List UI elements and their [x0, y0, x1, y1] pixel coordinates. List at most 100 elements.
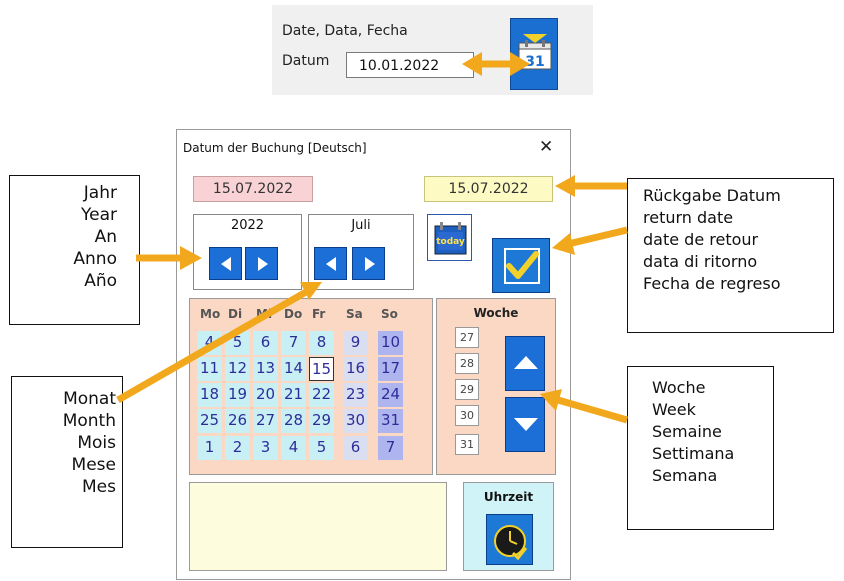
week-number[interactable]: 29 [455, 379, 479, 400]
callout-line: Woche [652, 378, 706, 397]
callout-line: Monat [63, 389, 116, 409]
day-cell[interactable]: 5 [309, 436, 334, 460]
return-date-display[interactable]: 15.07.2022 [424, 176, 553, 202]
day-cell[interactable]: 29 [309, 409, 334, 433]
day-cell[interactable]: 2 [225, 436, 250, 460]
callout-line: Anno [73, 249, 117, 269]
weekday-header: Mi [256, 307, 273, 321]
weekday-header: Fr [312, 307, 326, 321]
day-cell[interactable]: 6 [253, 331, 278, 355]
weekday-header: Mo [200, 307, 221, 321]
field-title: Date, Data, Fecha [282, 23, 408, 39]
weekday-header: Do [284, 307, 303, 321]
week-down-button[interactable] [505, 397, 545, 452]
next-month-button[interactable] [352, 247, 385, 280]
checkmark-icon [504, 248, 540, 284]
day-cell[interactable]: 20 [253, 383, 278, 407]
callout-line: Year [81, 205, 117, 225]
day-cell[interactable]: 9 [343, 331, 368, 355]
time-panel: Uhrzeit [463, 482, 554, 571]
date-field-snippet: Date, Data, Fecha Datum 10.01.2022 31 [272, 5, 593, 95]
next-year-button[interactable] [245, 247, 278, 280]
day-cell[interactable]: 19 [225, 383, 250, 407]
weekday-header: Di [228, 307, 243, 321]
date-input[interactable]: 10.01.2022 [346, 52, 474, 78]
confirm-button[interactable] [492, 238, 550, 293]
day-cell[interactable]: 7 [378, 436, 403, 460]
callout-line: Jahr [83, 183, 117, 203]
day-cell[interactable]: 7 [281, 331, 306, 355]
day-cell[interactable]: 16 [343, 357, 368, 381]
callout-line: Week [652, 400, 696, 419]
prev-year-button[interactable] [209, 247, 242, 280]
callout-line: An [94, 227, 117, 247]
day-cell[interactable]: 5 [225, 331, 250, 355]
callout-line: Año [84, 271, 117, 291]
day-cell[interactable]: 4 [281, 436, 306, 460]
callout-line: Settimana [652, 444, 735, 463]
week-number[interactable]: 31 [455, 434, 479, 455]
day-cell[interactable]: 8 [309, 331, 334, 355]
callout-line: Month [62, 411, 116, 431]
close-button[interactable]: ✕ [539, 137, 553, 157]
clock-icon [494, 525, 528, 561]
day-cell[interactable]: 18 [197, 383, 222, 407]
week-number[interactable]: 28 [455, 353, 479, 374]
day-cell[interactable]: 3 [253, 436, 278, 460]
weekday-header: So [381, 307, 398, 321]
day-cell[interactable]: 10 [378, 331, 403, 355]
dialog-title: Datum der Buchung [Deutsch] [183, 141, 367, 155]
week-number[interactable]: 27 [455, 327, 479, 348]
callout-line: Rückgabe Datum [643, 186, 781, 205]
day-cell[interactable]: 28 [281, 409, 306, 433]
day-cell[interactable]: 4 [197, 331, 222, 355]
today-icon-text: today [436, 237, 465, 247]
day-cell[interactable]: 21 [281, 383, 306, 407]
week-number[interactable]: 30 [455, 405, 479, 426]
weekday-header: Sa [346, 307, 363, 321]
day-cell[interactable]: 24 [378, 383, 403, 407]
day-cell[interactable]: 30 [343, 409, 368, 433]
day-cell[interactable]: 14 [281, 357, 306, 381]
callout-line: Mese [71, 455, 116, 475]
today-calendar-icon: today [434, 222, 467, 255]
date-label: Datum [282, 53, 330, 69]
day-cell[interactable]: 12 [225, 357, 250, 381]
day-cell[interactable]: 27 [253, 409, 278, 433]
today-button[interactable]: today [427, 214, 472, 261]
time-label: Uhrzeit [483, 490, 534, 504]
day-cell[interactable]: 1 [197, 436, 222, 460]
current-date-display: 15.07.2022 [193, 176, 313, 202]
calendar-grid: Mo Di Mi Do Fr Sa So 4 5 6 7 8 9 10 11 12 13 14 15 16 17 18 19… [189, 298, 433, 475]
day-cell[interactable]: 25 [197, 409, 222, 433]
arrow-right-icon [365, 257, 375, 271]
callout-return-date: Rückgabe Datum return date date de retou… [627, 178, 834, 333]
day-cell[interactable]: 6 [343, 436, 368, 460]
prev-month-button[interactable] [314, 247, 347, 280]
calendar-button[interactable]: 31 [510, 18, 558, 90]
day-cell[interactable]: 31 [378, 409, 403, 433]
day-cell[interactable]: 26 [225, 409, 250, 433]
week-panel: Woche 27 28 29 30 31 [436, 298, 556, 475]
callout-month: Monat Month Mois Mese Mes [11, 376, 123, 548]
week-up-button[interactable] [505, 336, 545, 391]
callout-line: data di ritorno [643, 252, 758, 271]
callout-line: Semana [652, 466, 718, 485]
day-cell[interactable]: 22 [309, 383, 334, 407]
notes-area[interactable] [189, 482, 447, 571]
arrow-up-icon [514, 356, 538, 369]
day-cell[interactable]: 11 [197, 357, 222, 381]
week-label: Woche [473, 306, 519, 320]
callout-year: Jahr Year An Anno Año [9, 175, 140, 325]
day-cell[interactable]: 13 [253, 357, 278, 381]
day-cell[interactable]: 23 [343, 383, 368, 407]
callout-line: date de retour [643, 230, 759, 249]
day-cell[interactable]: 17 [378, 357, 403, 381]
callout-week: Woche Week Semaine Settimana Semana [627, 366, 774, 530]
callout-line: Fecha de regreso [643, 274, 781, 293]
selected-day[interactable]: 15 [309, 357, 334, 381]
time-button[interactable] [486, 514, 533, 565]
calendar-icon-day: 31 [525, 54, 544, 70]
year-label: 2022 [230, 218, 265, 233]
callout-line: return date [643, 208, 734, 227]
